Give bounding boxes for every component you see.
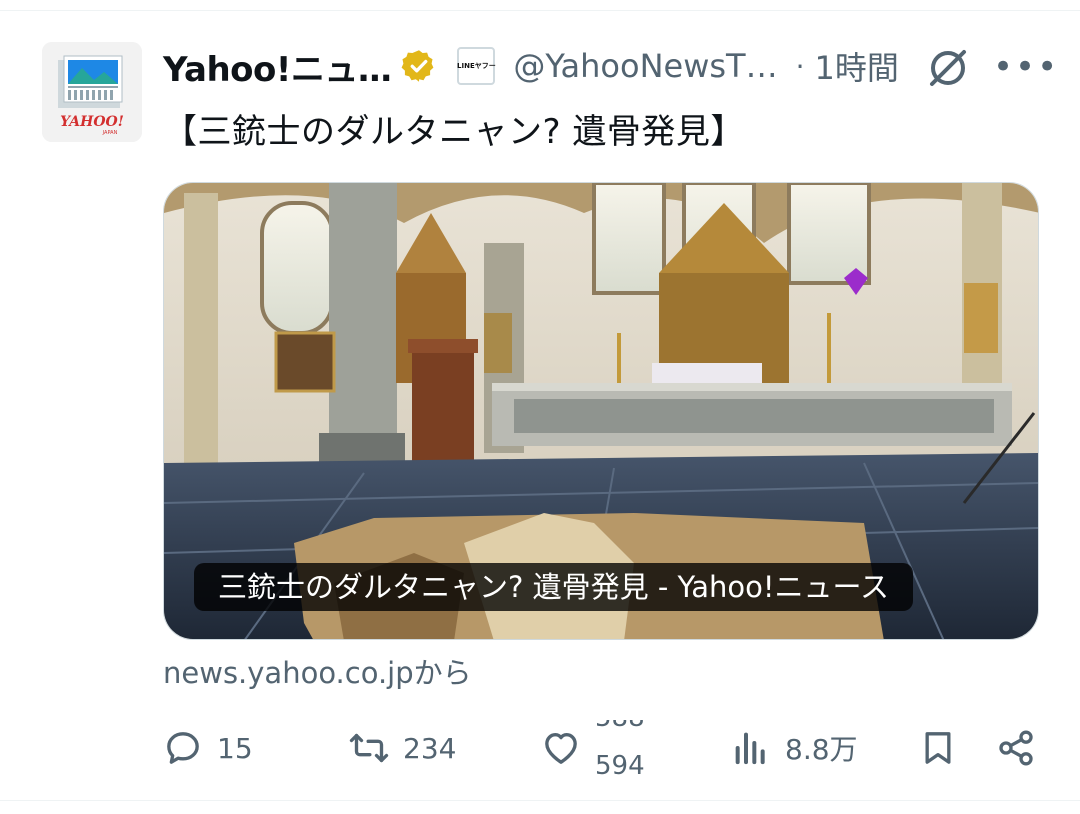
yahoo-news-logo: YAHOO! JAPAN	[42, 42, 142, 142]
repost-count: 234	[403, 731, 457, 765]
reply-count: 15	[217, 731, 253, 765]
like-count-old: 588	[595, 720, 645, 732]
card-caption: 三銃士のダルタニャン? 遺骨発見 - Yahoo!ニュース	[194, 563, 914, 611]
grok-icon[interactable]	[926, 46, 970, 90]
bottom-divider	[0, 800, 1080, 801]
share-button[interactable]	[996, 720, 1036, 776]
svg-text:JAPAN: JAPAN	[102, 130, 118, 136]
reply-button[interactable]: 15	[163, 720, 253, 776]
bookmark-button[interactable]	[918, 720, 958, 776]
svg-text:YAHOO!: YAHOO!	[60, 114, 124, 130]
share-icon	[999, 730, 1033, 766]
repost-button[interactable]: 234	[349, 720, 456, 776]
top-divider	[0, 10, 1080, 11]
bookmark-icon	[925, 732, 951, 764]
tweet-text: 【三銃士のダルタニャン? 遺骨発見】	[163, 112, 745, 152]
like-button[interactable]: 588 594	[541, 720, 655, 776]
views-icon	[735, 732, 765, 765]
repost-icon	[349, 733, 389, 763]
card-source[interactable]: news.yahoo.co.jpから	[163, 650, 472, 692]
views-button[interactable]: 8.8万	[731, 720, 858, 776]
like-count-new: 594	[595, 751, 645, 776]
more-icon[interactable]: •••	[993, 50, 1059, 84]
like-icon	[545, 733, 577, 764]
views-count: 8.8万	[785, 733, 858, 766]
reply-icon	[167, 732, 199, 764]
avatar[interactable]: YAHOO! JAPAN	[42, 42, 142, 142]
link-card[interactable]: 三銃士のダルタニャン? 遺骨発見 - Yahoo!ニュース	[163, 182, 1039, 640]
like-count: 588 594	[595, 720, 655, 776]
action-bar: 15 234 588 594 8.8万	[163, 720, 1039, 776]
